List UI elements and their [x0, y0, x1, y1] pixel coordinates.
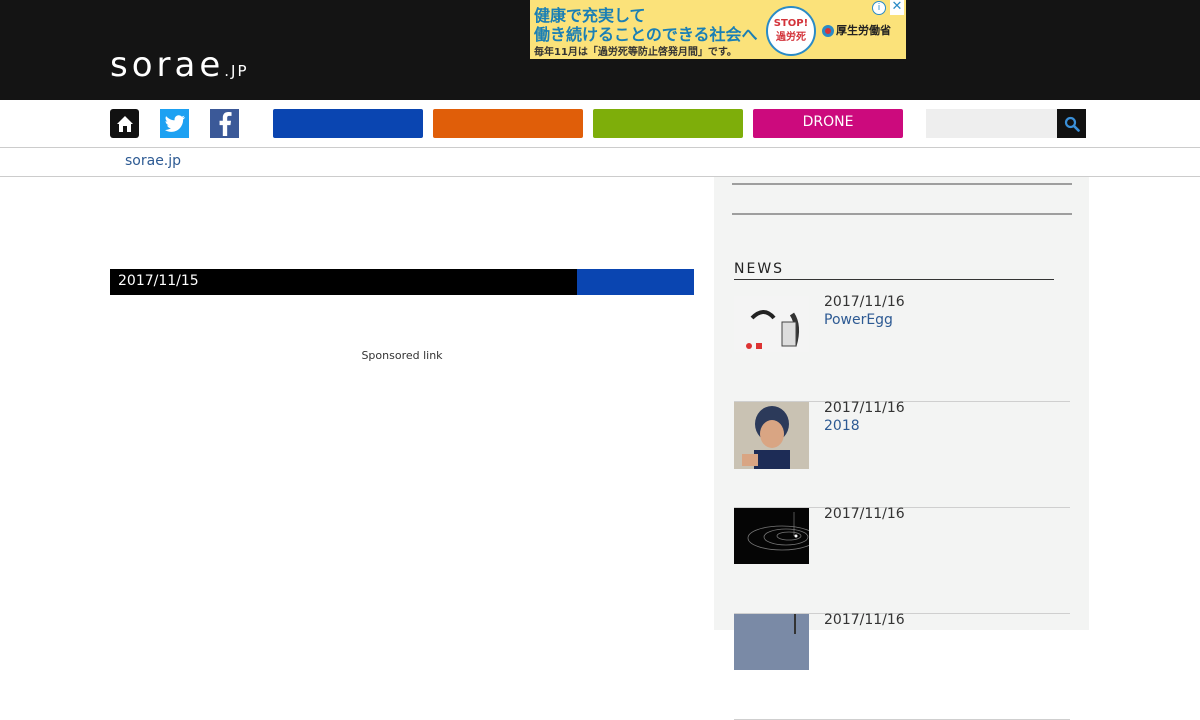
nav-category-orange[interactable] [433, 109, 583, 138]
logo-sub: .JP [224, 62, 249, 80]
nav-category-green[interactable] [593, 109, 743, 138]
ad-ministry: 厚生労働省 [822, 22, 891, 38]
article-date-bar: 2017/11/15 [110, 269, 694, 295]
nav-category-drone[interactable]: DRONE [753, 109, 903, 138]
news-thumbnail[interactable] [734, 614, 809, 670]
drone-image [734, 296, 809, 352]
news-thumbnail[interactable] [734, 508, 809, 564]
home-icon [116, 115, 133, 132]
ad-stop-top: STOP! [773, 18, 809, 29]
news-item[interactable]: 2017/11/16 [734, 506, 1070, 614]
sidebar-divider [732, 213, 1072, 215]
pilot-portrait-image [734, 402, 809, 469]
article-category-tag[interactable] [577, 269, 694, 295]
facebook-icon [219, 111, 232, 136]
news-date: 2017/11/16 [824, 612, 905, 628]
site-header: sorae.JP 健康で充実して 働き続けることのできる社会へ 毎年11月は「過… [0, 0, 1200, 100]
twitter-button[interactable] [160, 109, 189, 138]
news-date: 2017/11/16 [824, 506, 905, 522]
ad-stop-bottom: 過労死 [776, 32, 806, 43]
logo-main: sorae [110, 45, 225, 85]
news-item[interactable]: 2017/11/16 2018 [734, 400, 1070, 508]
article-date: 2017/11/15 [118, 273, 199, 289]
orbit-diagram-image [734, 508, 809, 564]
sidebar: NEWS 2017/11/16 PowerEgg 2017/11/16 2018… [714, 177, 1089, 720]
facebook-button[interactable] [210, 109, 239, 138]
header-ad-banner[interactable]: 健康で充実して 働き続けることのできる社会へ 毎年11月は「過労死等防止啓発月間… [530, 0, 906, 59]
news-title-link[interactable]: 2018 [824, 418, 860, 434]
breadcrumb-bar: sorae.jp [0, 148, 1200, 177]
sidebar-divider [732, 183, 1072, 185]
news-thumbnail[interactable] [734, 296, 809, 352]
news-item[interactable]: 2017/11/16 PowerEgg [734, 294, 1070, 402]
news-date: 2017/11/16 [824, 400, 905, 416]
nav-bar: DRONE [0, 100, 1200, 148]
twitter-icon [164, 114, 185, 132]
launch-site-image [734, 614, 809, 670]
sponsored-label: Sponsored link [361, 349, 443, 362]
ministry-logo-icon [822, 25, 834, 37]
search-icon [1064, 116, 1080, 132]
ad-close-icon[interactable]: ✕ [890, 0, 904, 15]
search-button[interactable] [1057, 109, 1086, 138]
breadcrumb-home-link[interactable]: sorae.jp [125, 153, 181, 169]
nav-category-blue[interactable] [273, 109, 423, 138]
ad-stop-badge: STOP! 過労死 [766, 6, 816, 56]
ad-info-icon[interactable]: i [872, 1, 886, 15]
news-thumbnail[interactable] [734, 402, 809, 469]
site-logo[interactable]: sorae.JP [110, 48, 249, 86]
search-input[interactable] [926, 109, 1058, 138]
home-button[interactable] [110, 109, 139, 138]
ad-ministry-label: 厚生労働省 [836, 24, 891, 37]
news-heading: NEWS [734, 261, 1054, 280]
ad-line-3: 毎年11月は「過労死等防止啓発月間」です。 [534, 47, 737, 58]
ad-line-2: 働き続けることのできる社会へ [534, 25, 758, 44]
news-date: 2017/11/16 [824, 294, 905, 310]
news-title-link[interactable]: PowerEgg [824, 312, 893, 328]
